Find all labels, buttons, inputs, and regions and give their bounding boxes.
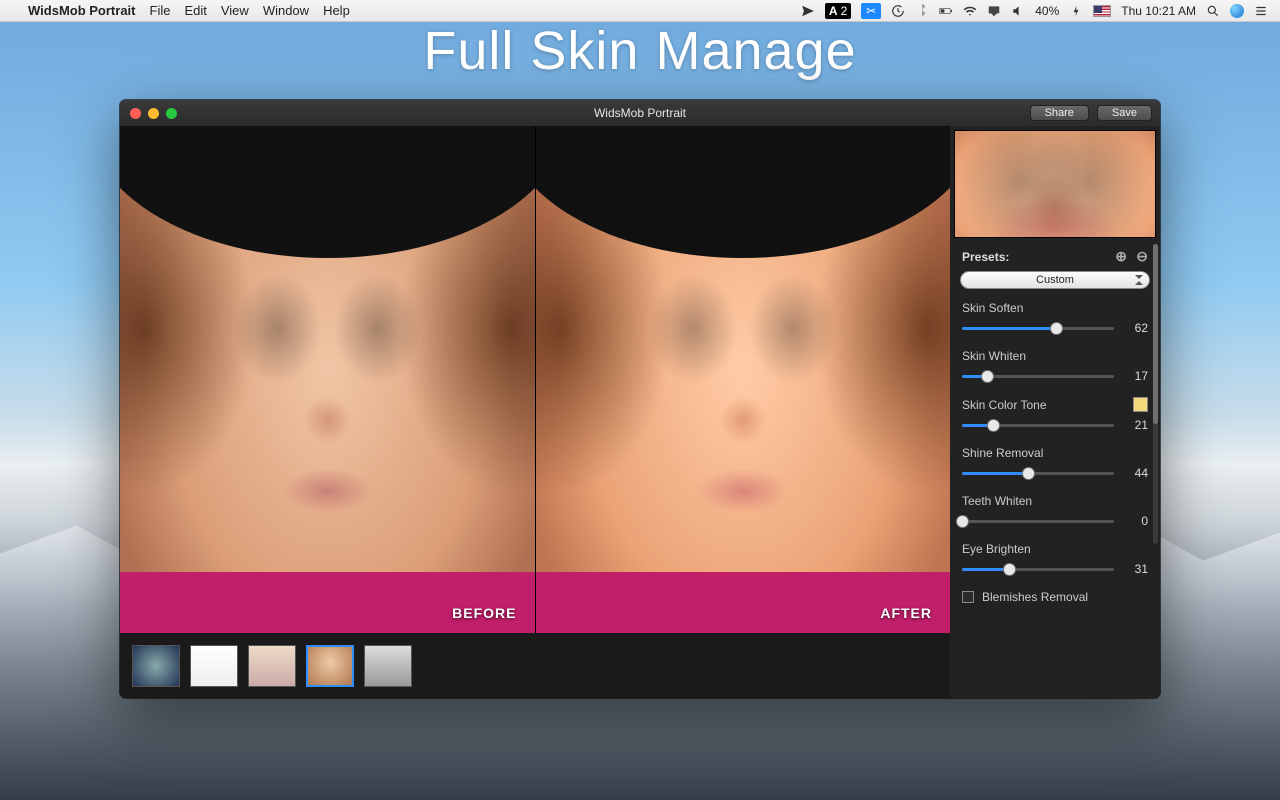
minimize-window-button[interactable]	[148, 108, 159, 119]
time-machine-icon[interactable]	[891, 4, 905, 18]
slider-track[interactable]	[962, 514, 1114, 528]
battery-percent[interactable]: 40%	[1035, 4, 1059, 18]
slider-eye-brighten: Eye Brighten 31	[962, 542, 1148, 576]
wifi-icon[interactable]	[963, 4, 977, 18]
thumbnail[interactable]	[248, 645, 296, 687]
window-title: WidsMob Portrait	[120, 106, 1160, 120]
thumbnail[interactable]	[190, 645, 238, 687]
add-preset-icon[interactable]: ⊕	[1115, 248, 1127, 264]
bluetooth-icon[interactable]	[915, 4, 929, 18]
window-titlebar[interactable]: WidsMob Portrait Share Save	[120, 100, 1160, 126]
menu-window[interactable]: Window	[263, 3, 309, 18]
after-pane[interactable]: AFTER	[536, 126, 951, 633]
input-flag-us-icon[interactable]	[1093, 5, 1111, 17]
slider-track[interactable]	[962, 321, 1114, 335]
desktop-wallpaper: WidsMob Portrait File Edit View Window H…	[0, 0, 1280, 800]
battery-icon[interactable]	[939, 4, 953, 18]
face-preview[interactable]	[954, 130, 1156, 238]
slider-track[interactable]	[962, 418, 1114, 432]
close-window-button[interactable]	[130, 108, 141, 119]
notification-center-icon[interactable]	[1254, 4, 1268, 18]
menu-view[interactable]: View	[221, 3, 249, 18]
remove-preset-icon[interactable]: ⊖	[1136, 248, 1148, 264]
scrollbar-thumb[interactable]	[1153, 244, 1158, 424]
slider-skin-soften: Skin Soften 62	[962, 301, 1148, 335]
before-pane[interactable]: BEFORE	[120, 126, 535, 633]
macos-menubar: WidsMob Portrait File Edit View Window H…	[0, 0, 1280, 22]
blemishes-removal-checkbox[interactable]: Blemishes Removal	[962, 590, 1148, 604]
slider-shine-removal: Shine Removal 44	[962, 446, 1148, 480]
thumbnail[interactable]	[132, 645, 180, 687]
slider-knob[interactable]	[1050, 322, 1063, 335]
app-window: WidsMob Portrait Share Save BEFORE	[120, 100, 1160, 698]
slider-value: 17	[1124, 369, 1148, 383]
preset-value: Custom	[1036, 274, 1074, 286]
slider-knob[interactable]	[956, 515, 969, 528]
slider-label: Eye Brighten	[962, 542, 1031, 556]
slider-knob[interactable]	[1003, 563, 1016, 576]
slider-teeth-whiten: Teeth Whiten 0	[962, 494, 1148, 528]
slider-value: 62	[1124, 321, 1148, 335]
thumbnail[interactable]	[364, 645, 412, 687]
slider-knob[interactable]	[987, 419, 1000, 432]
slider-track[interactable]	[962, 562, 1114, 576]
spotlight-icon[interactable]	[1206, 4, 1220, 18]
before-label: BEFORE	[452, 605, 516, 621]
location-icon[interactable]	[801, 4, 815, 18]
slider-label: Shine Removal	[962, 446, 1043, 460]
volume-icon[interactable]	[1011, 4, 1025, 18]
thumbnail-selected[interactable]	[306, 645, 354, 687]
slider-knob[interactable]	[1022, 467, 1035, 480]
slider-skin-color-tone: Skin Color Tone 21	[962, 397, 1148, 432]
preset-dropdown[interactable]: Custom	[960, 271, 1150, 289]
before-after-viewer: BEFORE AFTER	[120, 126, 950, 698]
menubar-clock[interactable]: Thu 10:21 AM	[1121, 4, 1196, 18]
panel-scrollbar[interactable]	[1153, 244, 1158, 544]
slider-track[interactable]	[962, 466, 1114, 480]
slider-knob[interactable]	[981, 370, 994, 383]
checkbox-label: Blemishes Removal	[982, 590, 1088, 604]
slider-value: 44	[1124, 466, 1148, 480]
airplay-icon[interactable]	[987, 4, 1001, 18]
adjustments-panel: Presets: ⊕ ⊖ Custom Skin Soften 62 Skin Wh…	[950, 126, 1160, 698]
slider-label: Skin Color Tone	[962, 398, 1047, 412]
charging-icon	[1069, 4, 1083, 18]
slider-value: 0	[1124, 514, 1148, 528]
slider-label: Teeth Whiten	[962, 494, 1032, 508]
slider-value: 21	[1124, 418, 1148, 432]
slider-label: Skin Whiten	[962, 349, 1026, 363]
zoom-window-button[interactable]	[166, 108, 177, 119]
tone-swatch[interactable]	[1133, 397, 1148, 412]
slider-label: Skin Soften	[962, 301, 1023, 315]
slider-value: 31	[1124, 562, 1148, 576]
menubar-app-name[interactable]: WidsMob Portrait	[28, 3, 136, 18]
presets-label: Presets:	[962, 250, 1009, 264]
slider-skin-whiten: Skin Whiten 17	[962, 349, 1148, 383]
adobe-badge[interactable]: A2	[825, 3, 851, 19]
after-label: AFTER	[880, 605, 932, 621]
share-button[interactable]: Share	[1030, 105, 1089, 121]
menu-edit[interactable]: Edit	[184, 3, 206, 18]
menubar-extra-icon[interactable]	[1230, 4, 1244, 18]
checkbox-box[interactable]	[962, 591, 974, 603]
menu-file[interactable]: File	[150, 3, 171, 18]
slider-track[interactable]	[962, 369, 1114, 383]
menu-help[interactable]: Help	[323, 3, 350, 18]
overlay-title: Full Skin Manage	[0, 20, 1280, 82]
snip-tool-icon[interactable]: ✂	[861, 3, 881, 19]
thumbnail-strip	[120, 633, 950, 698]
save-button[interactable]: Save	[1097, 105, 1152, 121]
